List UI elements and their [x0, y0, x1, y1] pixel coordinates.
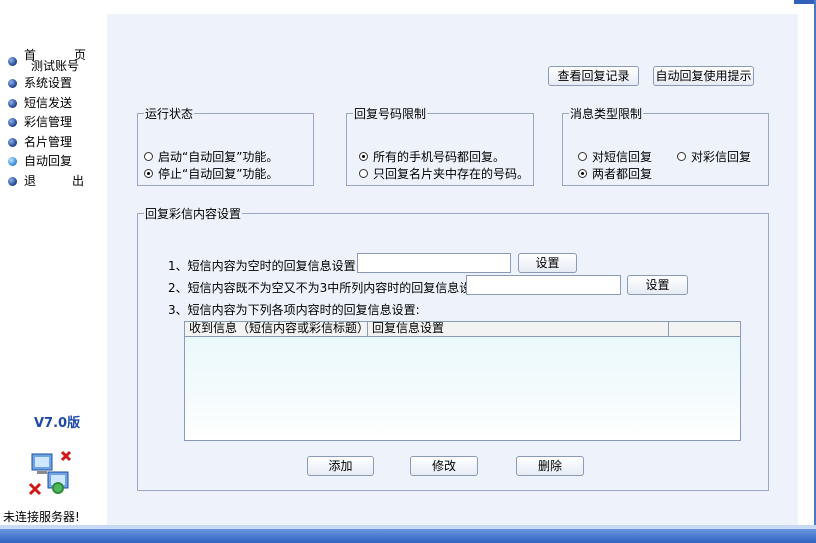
run-state-group: 运行状态 启动“自动回复”功能。 停止“自动回复”功能。: [137, 105, 314, 186]
sidebar-item-label: 系统设置: [24, 76, 73, 90]
add-button[interactable]: 添加: [307, 456, 374, 476]
window-frame-fragment: [794, 0, 816, 4]
table-header: 收到信息（短信内容或彩信标题） 回复信息设置: [185, 322, 740, 337]
version-label: V7.0版: [34, 416, 81, 431]
set-other-content-button[interactable]: 设置: [627, 275, 688, 295]
sidebar-item-system-settings[interactable]: 系统设置: [8, 74, 72, 94]
empty-content-reply-input[interactable]: [357, 253, 511, 273]
radio-reply-sms[interactable]: 对短信回复: [578, 148, 652, 165]
run-state-legend: 运行状态: [145, 107, 194, 121]
message-type-legend: 消息类型限制: [570, 107, 643, 121]
exit-label-part1: 退: [24, 173, 37, 188]
nav-list: 首 页 测试账号 系统设置 短信发送 彩信管理 名片管理 自动回复 退 出: [8, 48, 86, 192]
sidebar-item-label: 名片管理: [24, 134, 73, 149]
radio-reply-both[interactable]: 两者都回复: [578, 165, 652, 182]
other-content-reply-label: 2、短信内容既不为空又不为3中所列内容时的回复信息设置:: [168, 281, 488, 295]
sidebar-item-sms-send[interactable]: 短信发送: [8, 94, 72, 114]
sidebar: 首 页 测试账号 系统设置 短信发送 彩信管理 名片管理 自动回复 退 出 V7…: [0, 14, 107, 525]
radio-label: 所有的手机号码都回复。: [373, 150, 506, 164]
server-status: 未连接服务器!: [3, 510, 80, 524]
server-connection-icon: [28, 450, 72, 496]
bullet-icon: [8, 79, 17, 88]
delete-button[interactable]: 删除: [516, 456, 584, 476]
auto-reply-tips-button[interactable]: 自动回复使用提示: [653, 66, 754, 86]
other-content-reply-input[interactable]: [466, 275, 621, 295]
set-empty-content-button[interactable]: 设置: [518, 253, 577, 273]
radio-icon: [144, 152, 153, 161]
radio-label: 对短信回复: [592, 150, 653, 164]
radio-icon: [359, 169, 368, 178]
bullet-icon: [8, 176, 17, 186]
radio-reply-all-numbers[interactable]: 所有的手机号码都回复。: [359, 148, 505, 165]
empty-content-reply-label: 1、短信内容为空时的回复信息设置:: [168, 259, 360, 273]
sidebar-item-label: 彩信管理: [24, 115, 73, 129]
radio-label: 启动“自动回复”功能。: [158, 150, 279, 164]
radio-checked-icon: [578, 169, 587, 178]
main-panel: 查看回复记录 自动回复使用提示 运行状态 启动“自动回复”功能。 停止“自动回复…: [107, 14, 798, 525]
radio-stop-auto-reply[interactable]: 停止“自动回复”功能。: [144, 165, 278, 182]
modify-button[interactable]: 修改: [410, 456, 478, 476]
radio-icon: [578, 152, 587, 161]
bottom-bar: [0, 525, 816, 543]
sidebar-item-mms-manage[interactable]: 彩信管理: [8, 113, 72, 133]
bullet-icon: [8, 118, 17, 127]
radio-checked-icon: [144, 169, 153, 178]
keyword-reply-label: 3、短信内容为下列各项内容时的回复信息设置:: [168, 303, 420, 317]
radio-label: 两者都回复: [592, 167, 653, 181]
radio-label: 停止“自动回复”功能。: [158, 167, 279, 181]
keyword-reply-table[interactable]: 收到信息（短信内容或彩信标题） 回复信息设置: [184, 321, 741, 441]
radio-label: 只回复名片夹中存在的号码。: [373, 167, 530, 181]
column-header-received[interactable]: 收到信息（短信内容或彩信标题）: [185, 322, 369, 336]
view-reply-records-button[interactable]: 查看回复记录: [548, 66, 639, 86]
radio-start-auto-reply[interactable]: 启动“自动回复”功能。: [144, 148, 278, 165]
exit-label-part2: 出: [72, 173, 85, 188]
radio-icon: [677, 152, 686, 161]
reply-content-legend: 回复彩信内容设置: [145, 207, 242, 221]
radio-label: 对彩信回复: [691, 150, 752, 164]
sidebar-item-label: 自动回复: [24, 154, 73, 168]
sidebar-item-card-manage[interactable]: 名片管理: [8, 133, 72, 153]
radio-reply-mms[interactable]: 对彩信回复: [677, 148, 751, 165]
number-limit-group: 回复号码限制 所有的手机号码都回复。 只回复名片夹中存在的号码。: [346, 105, 534, 186]
radio-checked-icon: [359, 152, 368, 161]
column-header-extra[interactable]: [669, 322, 740, 336]
sidebar-item-exit[interactable]: 退 出: [8, 172, 84, 192]
bullet-icon: [8, 137, 17, 147]
sidebar-item-auto-reply[interactable]: 自动回复: [8, 152, 72, 172]
bullet-active-icon: [8, 157, 17, 166]
top-strip: [0, 0, 816, 14]
column-header-reply[interactable]: 回复信息设置: [368, 322, 669, 336]
number-limit-legend: 回复号码限制: [354, 107, 427, 121]
bullet-icon: [8, 98, 17, 108]
sidebar-item-label: 短信发送: [24, 95, 73, 110]
message-type-group: 消息类型限制 对短信回复 对彩信回复 两者都回复: [562, 105, 769, 186]
bullet-icon: [8, 57, 17, 66]
radio-reply-contacts-only[interactable]: 只回复名片夹中存在的号码。: [359, 165, 529, 182]
sidebar-item-home[interactable]: 首 页 测试账号: [8, 48, 86, 74]
